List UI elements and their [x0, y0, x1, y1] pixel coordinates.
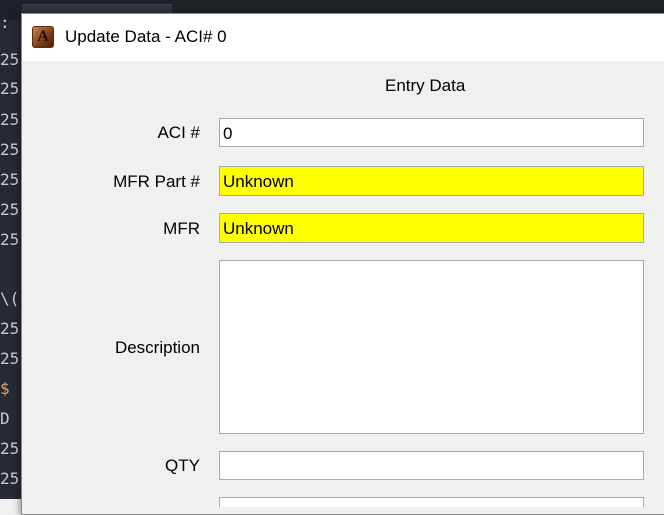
- dialog-titlebar[interactable]: A Update Data - ACI# 0: [22, 14, 664, 61]
- qty-label: QTY: [165, 456, 200, 475]
- aci-field[interactable]: [219, 118, 644, 147]
- description-field[interactable]: [219, 260, 644, 434]
- access-app-icon: A: [32, 26, 54, 48]
- gutter-line: 25: [0, 320, 20, 338]
- gutter-line: 25: [0, 201, 20, 219]
- update-data-dialog: A Update Data - ACI# 0 Entry Data ACI # …: [21, 13, 664, 515]
- gutter-line: 25: [0, 51, 20, 69]
- dialog-title: Update Data - ACI# 0: [65, 27, 227, 46]
- description-label: Description: [114, 338, 200, 357]
- gutter-line: 25: [0, 231, 20, 249]
- gutter-line: $: [0, 380, 10, 398]
- mfr-label: MFR: [163, 219, 200, 238]
- gutter-line: 25: [0, 80, 20, 98]
- gutter-line: 25: [0, 440, 20, 458]
- gutter-line: 25: [0, 111, 20, 129]
- mfr-part-field[interactable]: [219, 166, 644, 196]
- mfr-part-label: MFR Part #: [113, 172, 200, 191]
- gutter-line: D: [0, 410, 10, 428]
- section-heading: Entry Data: [385, 76, 466, 95]
- mfr-field[interactable]: [219, 213, 644, 243]
- gutter-line: 25: [0, 171, 20, 189]
- aci-label: ACI #: [157, 123, 200, 142]
- gutter-line: :: [0, 14, 10, 32]
- gutter-line: \(: [0, 290, 20, 308]
- gutter-line: 25: [0, 350, 20, 368]
- gutter-line: 25: [0, 141, 20, 159]
- qty-field[interactable]: [219, 451, 644, 480]
- gutter-line: 25: [0, 470, 20, 488]
